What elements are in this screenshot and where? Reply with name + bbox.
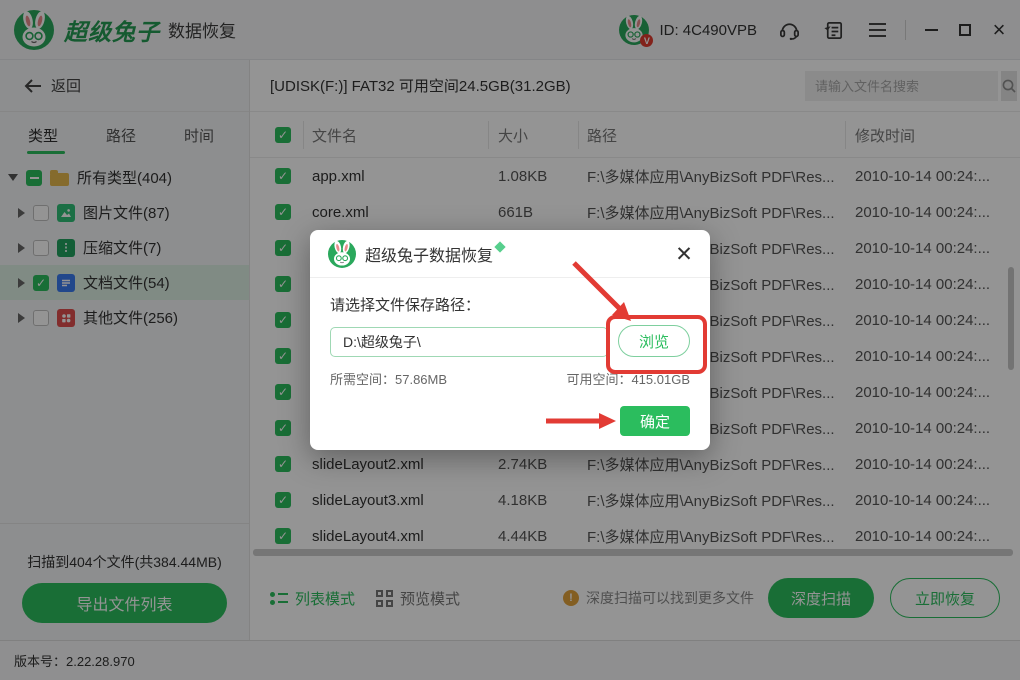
confirm-button[interactable]: 确定 — [620, 406, 690, 436]
dialog-close-icon[interactable]: ✕ — [672, 242, 696, 266]
save-path-prompt: 请选择文件保存路径： — [330, 294, 480, 315]
required-space: 所需空间：57.86MB — [330, 369, 447, 388]
dialog-logo-icon — [328, 240, 356, 268]
diamond-icon — [494, 241, 505, 252]
save-path-input[interactable] — [330, 327, 608, 357]
app-window: 超级兔子 数据恢复 V ID: 4C490VPB — [0, 0, 1020, 680]
available-space: 可用空间：415.01GB — [566, 369, 690, 388]
dialog-header: 超级兔子数据恢复 ✕ — [310, 230, 710, 278]
save-path-dialog: 超级兔子数据恢复 ✕ 请选择文件保存路径： 浏览 所需空间：57.86MB 可用… — [310, 230, 710, 450]
dialog-title: 超级兔子数据恢复 — [365, 242, 493, 266]
browse-button[interactable]: 浏览 — [618, 325, 690, 357]
